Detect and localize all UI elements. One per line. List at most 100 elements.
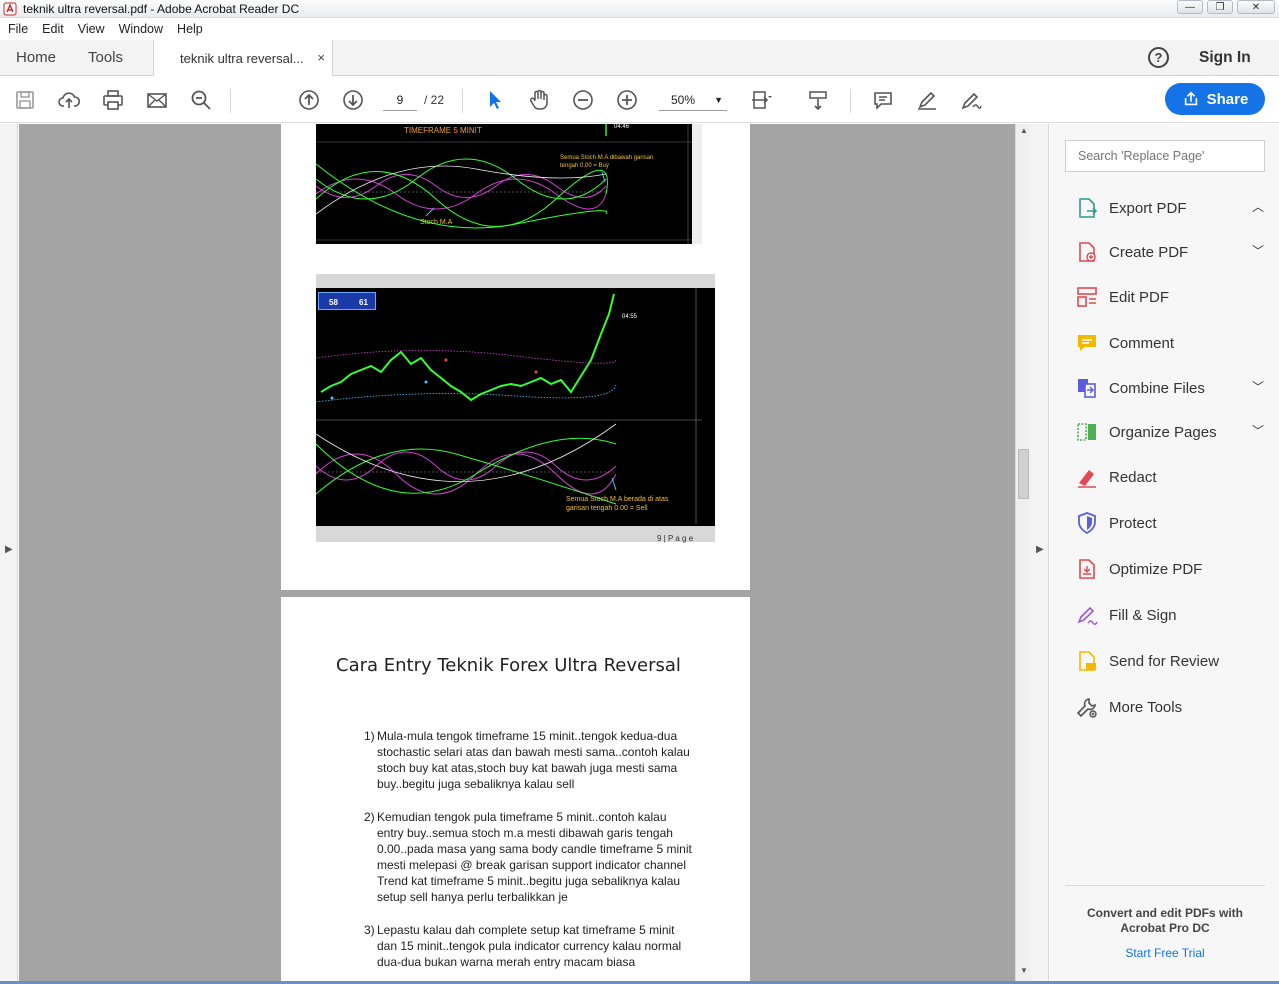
- tool-more-tools[interactable]: More Tools: [1074, 694, 1264, 720]
- page-number-input[interactable]: 9: [383, 89, 417, 111]
- trading-chart-5min: TIMEFRAME 5 MINIT 04:46 Semua Stoch M.A …: [316, 124, 702, 244]
- scroll-thumb[interactable]: [1018, 449, 1029, 499]
- help-icon[interactable]: ?: [1148, 47, 1169, 68]
- highlight-pen-icon[interactable]: [914, 87, 940, 113]
- chart1-price-label: 04:46: [614, 124, 630, 130]
- paragraph-3: 3) Lepastu kalau dah complete setup kat …: [364, 923, 682, 969]
- close-tab-icon[interactable]: ×: [317, 50, 325, 65]
- right-panel-toggle-strip: ▶: [1031, 124, 1049, 982]
- minimize-button[interactable]: —: [1177, 0, 1203, 14]
- tool-organize-pages[interactable]: Organize Pages ﹀: [1074, 419, 1264, 445]
- tool-fill-sign[interactable]: Fill & Sign: [1074, 602, 1264, 628]
- close-window-button[interactable]: ✕: [1237, 0, 1275, 14]
- tab-document[interactable]: teknik ultra reversal... ×: [153, 40, 333, 76]
- wrench-icon: [1074, 694, 1100, 720]
- tool-optimize-pdf[interactable]: Optimize PDF: [1074, 556, 1264, 582]
- tool-comment[interactable]: Comment: [1074, 330, 1264, 356]
- email-icon[interactable]: [144, 87, 170, 113]
- optimize-pdf-icon: [1074, 556, 1100, 582]
- chart1-annotation: Semua Stoch M.A dibawah garisan tengah 0…: [560, 155, 654, 169]
- tab-home[interactable]: Home: [16, 49, 56, 66]
- find-icon[interactable]: [188, 87, 214, 113]
- zoom-select[interactable]: 50% ▼: [659, 89, 727, 111]
- tool-protect[interactable]: Protect: [1074, 510, 1264, 536]
- scroll-down-icon[interactable]: ▼: [1020, 966, 1028, 975]
- comment-icon[interactable]: [870, 87, 896, 113]
- toolbar: 9 / 22 50% ▼ Share: [0, 77, 1279, 123]
- tools-pane: Export PDF ︿ Create PDF ﹀ Edit PDF Comme…: [1050, 124, 1279, 982]
- menu-bar: File Edit View Window Help: [0, 19, 1279, 39]
- acrobat-app-icon: [3, 2, 17, 16]
- search-tools-input[interactable]: [1065, 140, 1265, 172]
- title-bar: teknik ultra reversal.pdf - Adobe Acroba…: [0, 0, 1279, 18]
- fill-sign-icon: [1074, 602, 1100, 628]
- stoch-ma-label: Stoch M.A: [420, 219, 453, 226]
- share-icon: [1184, 91, 1197, 106]
- zoom-value: 50%: [671, 93, 696, 107]
- paragraph-1: 1) Mula-mula tengok timeframe 15 minit..…: [364, 729, 690, 791]
- menu-edit[interactable]: Edit: [42, 22, 64, 36]
- paragraph-2: 2) Kemudian tengok pula timeframe 5 mini…: [364, 810, 692, 904]
- document-view[interactable]: TIMEFRAME 5 MINIT 04:46 Semua Stoch M.A …: [19, 124, 1015, 982]
- combine-files-icon: [1074, 375, 1100, 401]
- restore-button[interactable]: ❐: [1207, 0, 1233, 14]
- chevron-down-icon[interactable]: ﹀: [1252, 378, 1264, 395]
- tab-document-label: teknik ultra reversal...: [180, 51, 304, 66]
- organize-pages-icon: [1074, 419, 1100, 445]
- chevron-down-icon[interactable]: ﹀: [1252, 242, 1264, 259]
- hand-tool-icon[interactable]: [526, 87, 552, 113]
- chart2-price-label: 04:55: [622, 314, 638, 320]
- chevron-down-icon[interactable]: ﹀: [1252, 422, 1264, 439]
- fit-page-icon[interactable]: [748, 87, 774, 113]
- save-icon[interactable]: [12, 87, 38, 113]
- promo-text: Convert and edit PDFs with Acrobat Pro D…: [1086, 906, 1243, 935]
- edit-pdf-icon: [1074, 284, 1100, 310]
- scroll-up-icon[interactable]: ▲: [1020, 126, 1028, 135]
- share-label: Share: [1206, 90, 1249, 108]
- tool-create-pdf[interactable]: Create PDF ﹀: [1074, 239, 1264, 265]
- tool-redact[interactable]: Redact: [1074, 464, 1264, 490]
- start-free-trial-link[interactable]: Start Free Trial: [1065, 946, 1265, 960]
- tool-send-for-review[interactable]: Send for Review: [1074, 648, 1264, 674]
- scroll-mode-icon[interactable]: [805, 87, 831, 113]
- expand-left-panel-icon[interactable]: ▶: [5, 544, 13, 555]
- zoom-in-icon[interactable]: [614, 87, 640, 113]
- bid-price: 58: [329, 298, 338, 307]
- tool-combine-files[interactable]: Combine Files ﹀: [1074, 375, 1264, 401]
- left-nav-strip: ▶: [0, 124, 18, 982]
- chart2-annotation: Semua Stoch M.A berada di atas garisan t…: [566, 496, 669, 512]
- tab-tools[interactable]: Tools: [88, 49, 123, 66]
- next-page-icon[interactable]: [340, 87, 366, 113]
- menu-help[interactable]: Help: [177, 22, 203, 36]
- page-total: / 22: [424, 93, 445, 107]
- trading-chart-sell: 58 61 04:55 Semua Stoch M.A berada di at…: [316, 274, 715, 542]
- create-pdf-icon: [1074, 239, 1100, 265]
- page-number-footer: 9 | P a g e: [657, 534, 694, 543]
- send-for-review-icon: [1074, 648, 1100, 674]
- tab-bar: Home Tools teknik ultra reversal... × ? …: [0, 40, 1279, 76]
- previous-page-icon[interactable]: [296, 87, 322, 113]
- menu-window[interactable]: Window: [119, 22, 163, 36]
- pdf-page-10: Cara Entry Teknik Forex Ultra Reversal 1…: [281, 597, 750, 982]
- menu-file[interactable]: File: [8, 22, 28, 36]
- tool-export-pdf[interactable]: Export PDF ︿: [1074, 195, 1264, 221]
- chevron-down-icon: ▼: [714, 95, 723, 105]
- sign-in-button[interactable]: Sign In: [1199, 49, 1251, 67]
- chevron-up-icon[interactable]: ︿: [1252, 198, 1264, 215]
- vertical-scrollbar[interactable]: ▲ ▼: [1015, 124, 1031, 982]
- redact-icon: [1074, 464, 1100, 490]
- zoom-out-icon[interactable]: [570, 87, 596, 113]
- collapse-right-panel-icon[interactable]: ▶: [1036, 544, 1044, 555]
- quote-panel: 58 61: [318, 292, 376, 310]
- shield-icon: [1074, 510, 1100, 536]
- comment-tool-icon: [1074, 330, 1100, 356]
- share-button[interactable]: Share: [1165, 83, 1265, 115]
- upload-cloud-icon[interactable]: [56, 87, 82, 113]
- export-pdf-icon: [1074, 195, 1100, 221]
- sign-icon[interactable]: [958, 87, 984, 113]
- print-icon[interactable]: [100, 87, 126, 113]
- menu-view[interactable]: View: [78, 22, 105, 36]
- select-cursor-icon[interactable]: [482, 87, 508, 113]
- window-title: teknik ultra reversal.pdf - Adobe Acroba…: [23, 1, 300, 16]
- tool-edit-pdf[interactable]: Edit PDF: [1074, 284, 1264, 310]
